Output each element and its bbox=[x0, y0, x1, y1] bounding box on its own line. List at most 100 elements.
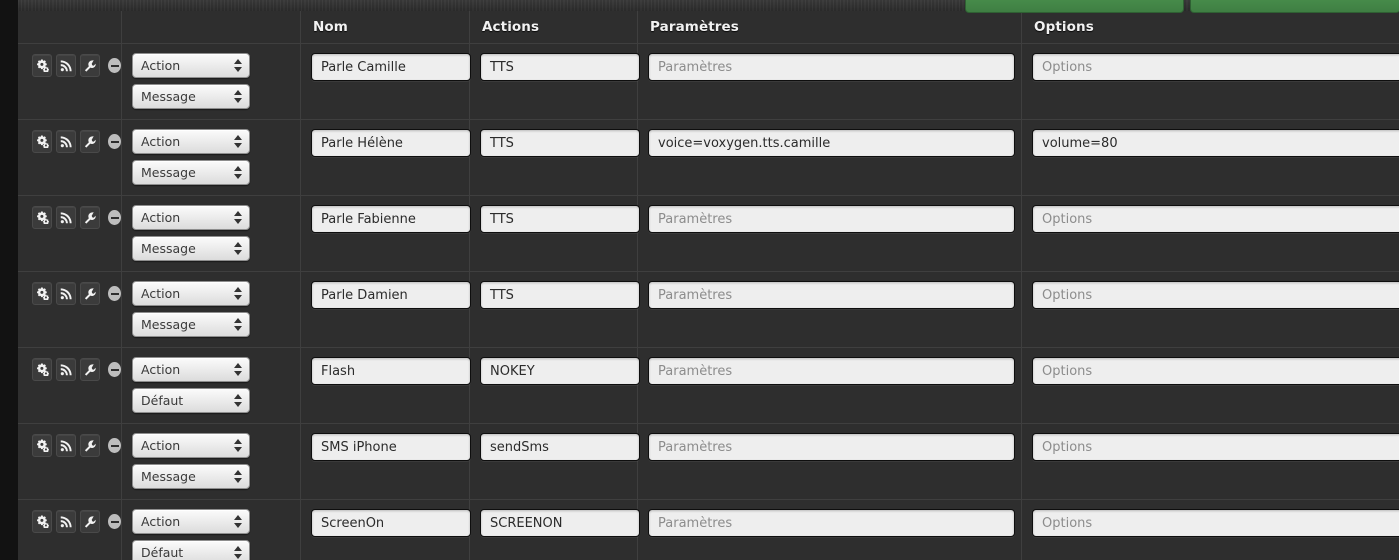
parametres-input[interactable]: Paramètres bbox=[648, 53, 1015, 81]
row-cell-parametres: Paramètres bbox=[638, 44, 1022, 119]
minus-circle-icon[interactable] bbox=[108, 438, 121, 453]
row-cell-selects: Action Message bbox=[122, 44, 301, 119]
header-cell-actions: Actions bbox=[470, 11, 638, 43]
rss-icon-button[interactable] bbox=[56, 54, 77, 77]
row-cell-options: Options bbox=[1022, 272, 1399, 347]
action-subtype-select[interactable]: Message bbox=[132, 84, 250, 109]
action-type-select[interactable]: Action bbox=[132, 205, 250, 230]
cogs-icon-button[interactable] bbox=[32, 510, 53, 533]
action-input[interactable]: NOKEY bbox=[480, 357, 640, 385]
options-input[interactable]: volume=80 bbox=[1032, 129, 1399, 157]
parametres-input[interactable]: Paramètres bbox=[648, 281, 1015, 309]
action-type-select[interactable]: Action bbox=[132, 509, 250, 534]
action-subtype-select[interactable]: Défaut bbox=[132, 540, 250, 560]
action-subtype-select[interactable]: Message bbox=[132, 312, 250, 337]
minus-circle-icon[interactable] bbox=[108, 134, 121, 149]
green-action-button-1[interactable] bbox=[965, 0, 1184, 13]
options-input[interactable]: Options bbox=[1032, 281, 1399, 309]
action-input[interactable]: TTS bbox=[480, 53, 640, 81]
table-row: Action Défaut Flash NOKEY Paramètres Options bbox=[18, 348, 1399, 424]
wrench-icon-button[interactable] bbox=[80, 434, 101, 457]
wrench-icon-button[interactable] bbox=[80, 54, 101, 77]
cogs-icon-button[interactable] bbox=[32, 282, 53, 305]
row-cell-icons bbox=[18, 500, 122, 560]
row-cell-selects: Action Message bbox=[122, 424, 301, 499]
nom-input[interactable]: SMS iPhone bbox=[311, 433, 471, 461]
row-cell-parametres: Paramètres bbox=[638, 500, 1022, 560]
action-input[interactable]: TTS bbox=[480, 281, 640, 309]
rss-icon-button[interactable] bbox=[56, 434, 77, 457]
options-input[interactable]: Options bbox=[1032, 509, 1399, 537]
chevron-updown-icon bbox=[234, 287, 242, 302]
nom-input[interactable]: Parle Fabienne bbox=[311, 205, 471, 233]
rss-icon-button[interactable] bbox=[56, 282, 77, 305]
nom-input[interactable]: Flash bbox=[311, 357, 471, 385]
wrench-icon-button[interactable] bbox=[80, 130, 101, 153]
minus-circle-icon[interactable] bbox=[108, 514, 121, 529]
wrench-icon-button[interactable] bbox=[80, 358, 101, 381]
minus-circle-icon[interactable] bbox=[108, 210, 121, 225]
parametres-input[interactable]: voice=voxygen.tts.camille bbox=[648, 129, 1015, 157]
options-input[interactable]: Options bbox=[1032, 357, 1399, 385]
cogs-icon-button[interactable] bbox=[32, 358, 53, 381]
action-subtype-select[interactable]: Message bbox=[132, 464, 250, 489]
row-cell-selects: Action Message bbox=[122, 196, 301, 271]
row-cell-action: sendSms bbox=[470, 424, 640, 499]
header-cell-nom: Nom bbox=[301, 11, 470, 43]
row-cell-nom: ScreenOn bbox=[301, 500, 471, 560]
rss-icon-button[interactable] bbox=[56, 130, 77, 153]
options-input[interactable]: Options bbox=[1032, 205, 1399, 233]
action-subtype-select[interactable]: Message bbox=[132, 236, 250, 261]
rss-icon-button[interactable] bbox=[56, 510, 77, 533]
cogs-icon bbox=[36, 439, 49, 452]
table-row: Action Défaut ScreenOn SCREENON Paramètres Op… bbox=[18, 500, 1399, 560]
rss-icon-button[interactable] bbox=[56, 206, 77, 229]
row-cell-action: NOKEY bbox=[470, 348, 640, 423]
wrench-icon-button[interactable] bbox=[80, 510, 101, 533]
cogs-icon bbox=[36, 287, 49, 300]
action-type-select[interactable]: Action bbox=[132, 53, 250, 78]
wrench-icon-button[interactable] bbox=[80, 206, 101, 229]
cogs-icon-button[interactable] bbox=[32, 206, 53, 229]
row-icon-group bbox=[18, 196, 121, 229]
cogs-icon-button[interactable] bbox=[32, 434, 53, 457]
action-type-select[interactable]: Action bbox=[132, 433, 250, 458]
chevron-updown-icon bbox=[234, 59, 242, 74]
action-type-select[interactable]: Action bbox=[132, 281, 250, 306]
action-input[interactable]: TTS bbox=[480, 205, 640, 233]
action-input[interactable]: TTS bbox=[480, 129, 640, 157]
nom-input[interactable]: Parle Camille bbox=[311, 53, 471, 81]
parametres-input[interactable]: Paramètres bbox=[648, 433, 1015, 461]
nom-input[interactable]: ScreenOn bbox=[311, 509, 471, 537]
row-cell-icons bbox=[18, 196, 122, 271]
green-action-button-2[interactable] bbox=[1190, 0, 1399, 13]
action-subtype-select[interactable]: Défaut bbox=[132, 388, 250, 413]
minus-circle-icon[interactable] bbox=[108, 58, 121, 73]
cogs-icon bbox=[36, 211, 49, 224]
wrench-icon bbox=[84, 211, 96, 224]
parametres-input[interactable]: Paramètres bbox=[648, 205, 1015, 233]
wrench-icon-button[interactable] bbox=[80, 282, 101, 305]
header-cell-icons bbox=[18, 11, 122, 43]
action-type-select[interactable]: Action bbox=[132, 357, 250, 382]
cogs-icon-button[interactable] bbox=[32, 130, 53, 153]
header-label-options: Options bbox=[1034, 19, 1094, 35]
action-input[interactable]: SCREENON bbox=[480, 509, 640, 537]
action-type-select[interactable]: Action bbox=[132, 129, 250, 154]
options-input[interactable]: Options bbox=[1032, 433, 1399, 461]
cogs-icon-button[interactable] bbox=[32, 54, 53, 77]
parametres-input[interactable]: Paramètres bbox=[648, 509, 1015, 537]
row-icon-group bbox=[18, 424, 121, 457]
cogs-icon bbox=[36, 363, 49, 376]
rss-icon-button[interactable] bbox=[56, 358, 77, 381]
minus-circle-icon[interactable] bbox=[108, 286, 121, 301]
action-input[interactable]: sendSms bbox=[480, 433, 640, 461]
chevron-updown-icon bbox=[234, 394, 242, 409]
parametres-input[interactable]: Paramètres bbox=[648, 357, 1015, 385]
row-cell-parametres: Paramètres bbox=[638, 424, 1022, 499]
nom-input[interactable]: Parle Damien bbox=[311, 281, 471, 309]
minus-circle-icon[interactable] bbox=[108, 362, 121, 377]
action-subtype-select[interactable]: Message bbox=[132, 160, 250, 185]
options-input[interactable]: Options bbox=[1032, 53, 1399, 81]
nom-input[interactable]: Parle Hélène bbox=[311, 129, 471, 157]
